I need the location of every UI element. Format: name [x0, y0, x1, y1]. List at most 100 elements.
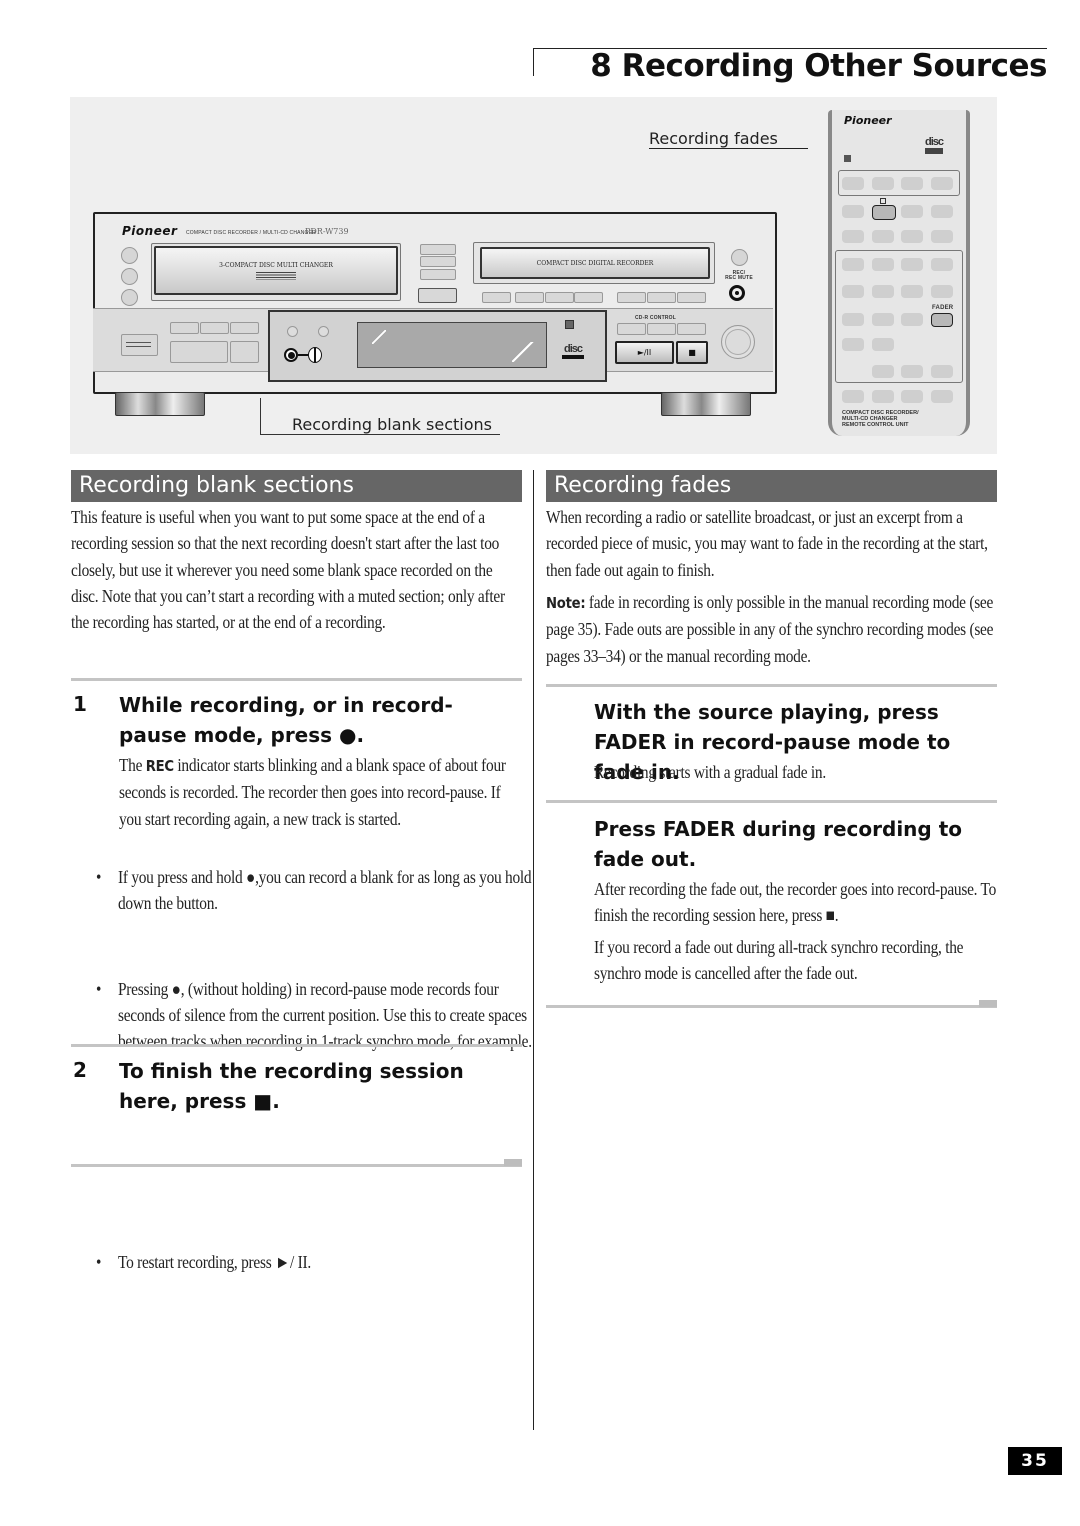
section-end-marker	[504, 1159, 522, 1166]
column-divider	[533, 470, 534, 1430]
recorder-knob	[121, 247, 138, 264]
callout-leader-line	[260, 434, 500, 435]
remote-cd-logo: disc	[925, 136, 944, 154]
fades-note: Note: fade in recording is only possible…	[546, 589, 997, 669]
bullet-item: Pressing ●, (without holding) in record-…	[96, 976, 539, 1055]
cdr-control-label: CD-R CONTROL	[635, 315, 677, 321]
fades-intro-text: When recording a radio or satellite broa…	[546, 507, 988, 580]
note-label: Note:	[546, 594, 586, 612]
remote-button	[931, 205, 953, 218]
recorder-button	[418, 288, 457, 303]
recorder-foot	[115, 392, 205, 416]
remote-button	[931, 177, 953, 190]
remote-button	[931, 390, 953, 403]
step-heading: Press FADER during recording to fade out…	[594, 817, 962, 871]
remote-button	[901, 313, 923, 326]
remote-button	[931, 365, 953, 378]
bullet-item: If you press and hold ●,you can record a…	[96, 864, 539, 917]
recorder-button	[420, 269, 456, 280]
phones-jack-icon	[284, 348, 298, 362]
remote-button	[872, 230, 894, 243]
remote-button	[872, 390, 894, 403]
remote-button	[842, 177, 864, 190]
callout-recording-fades: Recording fades	[649, 129, 808, 149]
remote-button	[872, 365, 894, 378]
recorder-knob	[121, 289, 138, 306]
remote-button	[842, 258, 864, 271]
section-rule	[546, 800, 997, 803]
recorder-model: PDR-W739	[305, 227, 349, 236]
remote-button	[901, 258, 923, 271]
recorder-tray: COMPACT DISC DIGITAL RECORDER	[480, 247, 710, 279]
remote-button	[872, 285, 894, 298]
volume-knob-icon	[308, 347, 322, 363]
remote-sensor-icon	[844, 155, 851, 162]
recorder-button	[200, 322, 229, 334]
display-glare	[372, 330, 386, 344]
header-rule-tick	[533, 48, 534, 76]
step-body: If you record a fade out during all-trac…	[594, 937, 964, 984]
section-end-rule	[546, 1005, 997, 1008]
remote-button	[872, 258, 894, 271]
step-body-text: indicator starts blinking and a blank sp…	[119, 755, 506, 829]
remote-button	[901, 390, 923, 403]
remote-highlighted-button	[872, 205, 896, 220]
recorder-brand-logo: Pioneer	[122, 224, 178, 238]
step-number: 1	[73, 692, 87, 716]
recorder-button	[647, 292, 676, 303]
note-text: fade in recording is only possible in th…	[546, 592, 994, 666]
recorder-button	[170, 341, 228, 363]
section-heading-blank: Recording blank sections	[71, 470, 522, 502]
recorder-button	[677, 292, 706, 303]
remote-button	[872, 338, 894, 351]
recorder-button	[482, 292, 511, 303]
recorder-button	[515, 292, 544, 303]
recorder-button	[170, 322, 199, 334]
changer-tray: 3-COMPACT DISC MULTI CHANGER	[154, 246, 398, 295]
play-pause-button: ►/II	[615, 341, 674, 364]
recorder-button	[230, 322, 259, 334]
display-glare	[512, 342, 534, 362]
jog-dial	[721, 325, 755, 359]
cd-logo: disc	[562, 343, 584, 359]
remote-indicator	[880, 198, 886, 204]
rec-button-label: REC/ REC MUTE	[725, 270, 753, 281]
section-end-marker	[979, 1000, 997, 1007]
section-rule	[71, 678, 522, 681]
remote-button	[872, 313, 894, 326]
step-body: The REC indicator starts blinking and a …	[119, 752, 519, 832]
chapter-title: 8 Recording Other Sources	[590, 48, 1047, 84]
recorder-button	[545, 292, 574, 303]
step-number: 2	[73, 1058, 87, 1082]
section-end-rule	[71, 1164, 522, 1167]
remote-button	[842, 285, 864, 298]
remote-control-illustration: Pioneer disc FADER COMPACT DISC RECORDER…	[828, 110, 970, 436]
recorder-tray-label: COMPACT DISC DIGITAL RECORDER	[536, 259, 654, 267]
recorder-button	[574, 292, 603, 303]
step-heading: While recording, or in record-pause mode…	[119, 693, 453, 747]
recorder-button	[647, 323, 676, 335]
remote-button	[931, 230, 953, 243]
fader-button-label: FADER	[932, 305, 954, 311]
indicator-led	[318, 326, 329, 337]
recorder-button	[230, 341, 259, 363]
recorder-button	[617, 292, 646, 303]
recorder-button	[617, 323, 646, 335]
remote-button	[842, 390, 864, 403]
section-rule	[546, 684, 997, 687]
remote-brand-logo: Pioneer	[844, 114, 892, 127]
step-heading: To finish the recording session here, pr…	[119, 1059, 464, 1113]
recorder-button	[420, 256, 456, 267]
step-body-text: The	[119, 755, 146, 775]
remote-button	[901, 205, 923, 218]
recorder-foot	[661, 392, 751, 416]
step-body: Recording starts with a gradual fade in.	[594, 762, 826, 782]
fader-button	[931, 313, 953, 327]
remote-button	[931, 285, 953, 298]
remote-button	[842, 230, 864, 243]
sensor-icon	[565, 320, 574, 329]
recorder-product-line: COMPACT DISC RECORDER / MULTI-CD CHANGER	[186, 230, 316, 236]
changer-tray-label: 3-COMPACT DISC MULTI CHANGER	[219, 261, 333, 269]
remote-button	[901, 230, 923, 243]
blank-intro-text: This feature is useful when you want to …	[71, 507, 505, 633]
